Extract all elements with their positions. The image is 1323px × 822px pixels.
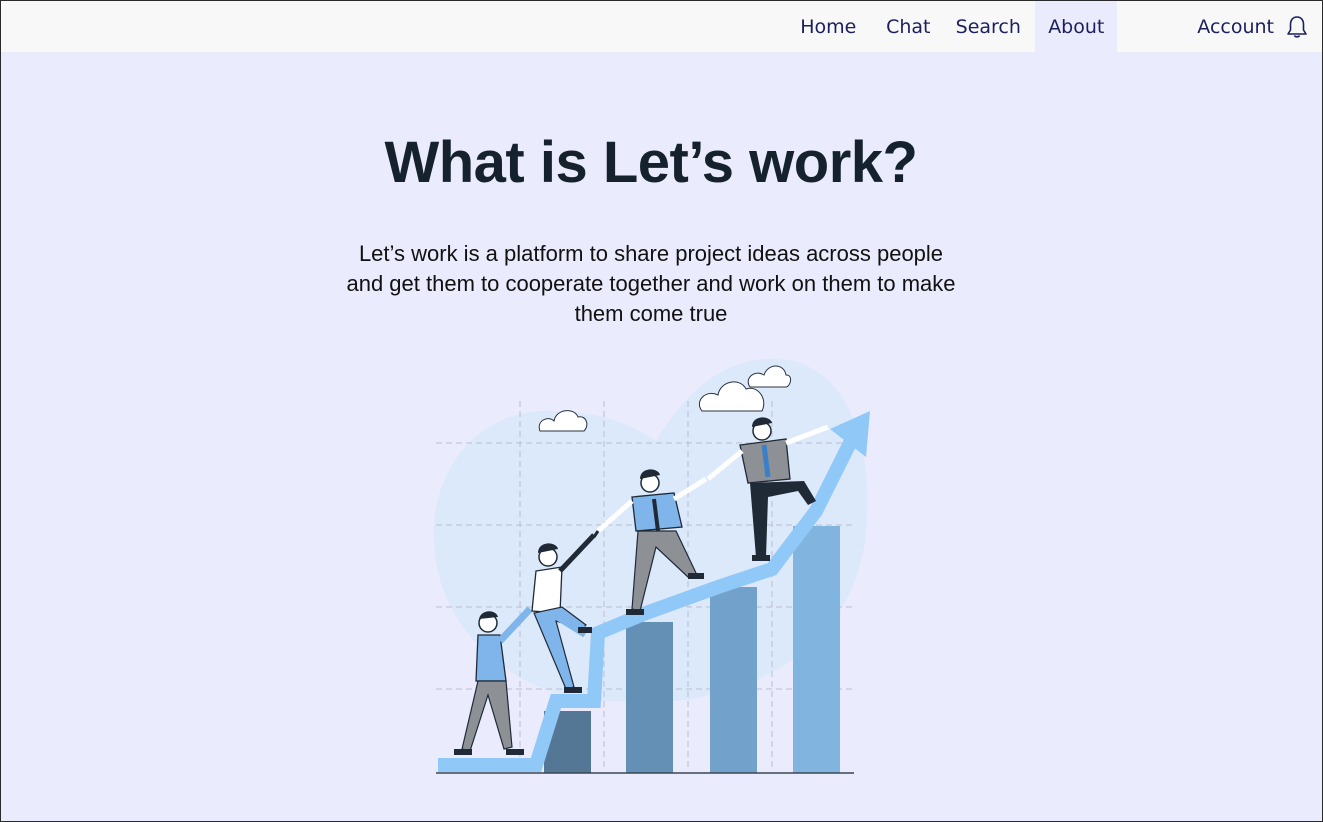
top-navigation-bar: Home Chat Search About Account — [1, 1, 1322, 52]
nav-search[interactable]: Search — [953, 1, 1023, 52]
nav-chat[interactable]: Chat — [879, 1, 937, 52]
account-area: Account — [1197, 1, 1310, 52]
team-climbing-growth-chart-illustration — [426, 351, 886, 781]
page-description: Let’s work is a platform to share projec… — [346, 241, 956, 326]
account-link[interactable]: Account — [1197, 16, 1274, 38]
nav-home[interactable]: Home — [793, 1, 863, 52]
page-title: What is Let’s work? — [384, 130, 918, 195]
main-nav: Home Chat Search About — [793, 1, 1118, 52]
bell-icon[interactable] — [1286, 14, 1310, 40]
nav-about[interactable]: About — [1035, 1, 1118, 52]
